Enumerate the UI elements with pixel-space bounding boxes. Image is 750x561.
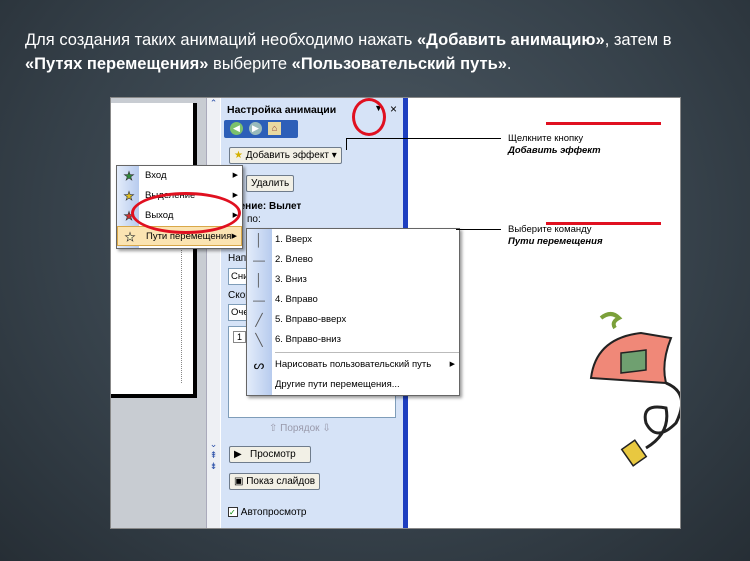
path-line-icon: — [253, 253, 265, 267]
delete-button[interactable]: Удалить [246, 175, 295, 192]
path-menu-item[interactable]: │ 3. Вниз [247, 270, 459, 290]
callout-line [346, 138, 347, 150]
highlight-circle [352, 98, 386, 136]
pane-nav: ◀ ▶ ⌂ [224, 120, 298, 138]
path-menu-item[interactable]: ╱ 5. Вправо-вверх [247, 310, 459, 330]
add-effect-button[interactable]: ★ Добавить эффект ▾ [229, 147, 342, 164]
slide-area [111, 98, 206, 528]
home-icon[interactable]: ⌂ [268, 122, 281, 135]
list-item[interactable]: 1 [233, 331, 247, 343]
note-paths: Выберите команду Пути перемещения [508, 224, 603, 247]
scrollbar[interactable]: ⌃ ⌄ ⇞ ⇟ [206, 98, 220, 528]
play-icon: ▶ [234, 449, 242, 460]
red-line [546, 122, 661, 125]
order-label: ⇧ Порядок ⇩ [269, 423, 331, 434]
path-menu-item[interactable]: —2. Влево [247, 250, 459, 270]
pane-title: Настройка анимации [227, 104, 337, 116]
check-icon: ✓ [228, 507, 238, 517]
highlight-ellipse [131, 192, 241, 234]
star-icon: ★ [234, 150, 243, 161]
note-add-effect: Щелкните кнопку Добавить эффект [508, 133, 601, 156]
back-icon[interactable]: ◀ [230, 122, 243, 135]
preview-button[interactable]: ▶ Просмотр [229, 446, 311, 463]
iron-clipart [589, 312, 680, 467]
screenshot: ⌃ ⌄ ⇞ ⇟ Настройка анимации ▼ × ◀ ▶ ⌂ ★ Добави… [110, 97, 681, 529]
path-line-icon: ╲ [255, 333, 263, 347]
callout-line [346, 138, 501, 139]
start-label: по: [247, 214, 261, 225]
path-line-icon: │ [255, 233, 263, 247]
slide-thumbnail [111, 103, 197, 398]
screen-icon: ▣ [234, 476, 244, 487]
path-menu-item[interactable]: │ 1. Вверх [247, 230, 459, 250]
star-icon: ★ [123, 189, 135, 204]
close-icon[interactable]: × [390, 102, 397, 116]
down-icon[interactable]: ⇩ [322, 423, 330, 434]
forward-icon[interactable]: ▶ [249, 122, 262, 135]
up-icon[interactable]: ⇧ [269, 423, 277, 434]
effect-menu-item[interactable]: ★ Вход ▶ [117, 166, 242, 186]
callout-line [456, 229, 501, 230]
autopreview-checkbox[interactable]: ✓ Автопросмотр [228, 507, 306, 518]
draw-custom-path-item[interactable]: ᔕ Нарисовать пользовательский путь ▶ [247, 355, 459, 375]
other-paths-item[interactable]: Другие пути перемещения... [247, 375, 459, 395]
star-icon: ★ [124, 230, 136, 245]
curve-icon: ᔕ [253, 358, 265, 372]
slideshow-button[interactable]: ▣ Показ слайдов [229, 473, 321, 490]
star-icon: ★ [123, 169, 135, 184]
slide-caption: Для создания таких анимаций необходимо н… [25, 31, 672, 73]
path-menu-item[interactable]: —4. Вправо [247, 290, 459, 310]
path-menu-item[interactable]: ╲ 6. Вправо-вниз [247, 330, 459, 350]
paths-submenu: │ 1. Вверх —2. Влево │ 3. Вниз —4. Вправо ╱ 5. … [246, 228, 460, 396]
path-line-icon: ╱ [255, 313, 263, 327]
path-line-icon: — [253, 293, 265, 307]
path-line-icon: │ [255, 273, 263, 287]
